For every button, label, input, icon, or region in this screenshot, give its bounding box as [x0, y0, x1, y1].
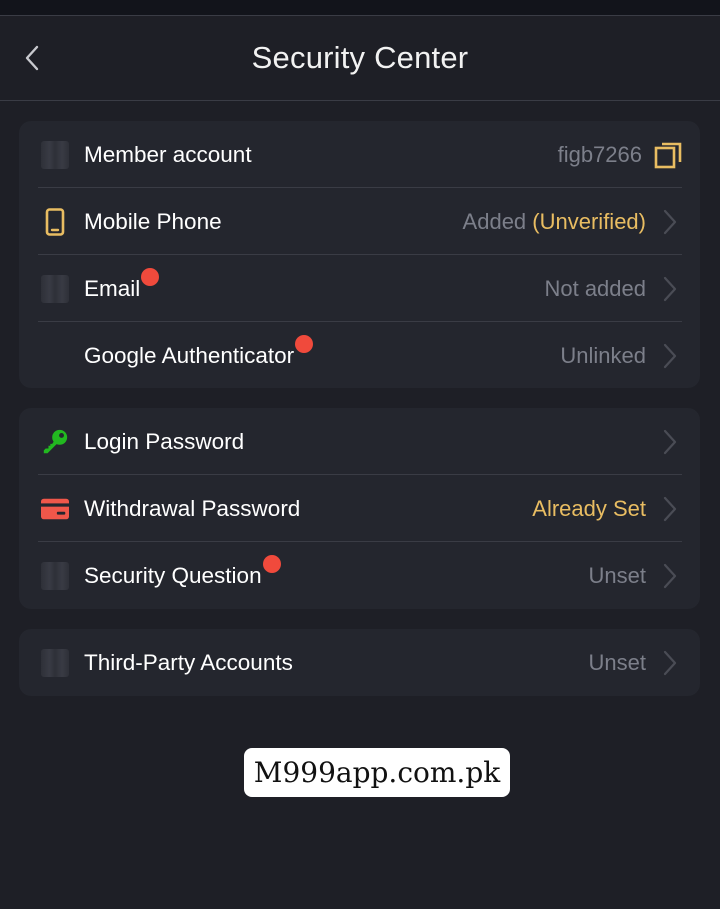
row-third-party-accounts[interactable]: Third-Party Accounts Unset [38, 629, 682, 696]
mobile-added-text: Added [462, 208, 527, 234]
row-login-password[interactable]: Login Password [38, 408, 682, 475]
chevron-right-icon [660, 650, 680, 676]
chevron-right-icon [660, 276, 680, 302]
placeholder-icon [41, 274, 69, 303]
email-label: Email [84, 275, 141, 301]
notification-dot [141, 267, 160, 286]
account-info-card: Member account figb7266 Mobile Phone Add… [19, 121, 700, 388]
chevron-right-icon [660, 209, 680, 235]
status-bar [0, 0, 720, 15]
row-label: Mobile Phone [84, 208, 222, 234]
email-status: Not added [544, 275, 646, 301]
google-authenticator-label: Google Authenticator [84, 342, 295, 368]
key-icon [41, 428, 69, 456]
placeholder-icon [41, 648, 69, 677]
row-member-account: Member account figb7266 [38, 121, 682, 188]
mobile-phone-icon [41, 207, 69, 236]
row-label: Security Question [84, 554, 281, 589]
row-label: Login Password [84, 428, 245, 454]
header: Security Center [0, 15, 720, 101]
chevron-right-icon [660, 343, 680, 369]
row-label: Withdrawal Password [84, 495, 301, 521]
chevron-right-icon [660, 563, 680, 589]
placeholder-icon [41, 140, 69, 169]
page-title: Security Center [251, 40, 469, 75]
row-label: Google Authenticator [84, 334, 314, 369]
withdrawal-password-status: Already Set [532, 495, 646, 521]
notification-dot [262, 554, 281, 573]
row-google-authenticator[interactable]: Google Authenticator Unlinked [38, 322, 682, 389]
mobile-phone-status: Added (Unverified) [463, 209, 646, 235]
row-security-question[interactable]: Security Question Unset [38, 542, 682, 609]
google-authenticator-status: Unlinked [560, 342, 646, 368]
chevron-right-icon [660, 496, 680, 522]
row-label: Email [84, 267, 160, 302]
third-party-status: Unset [588, 649, 646, 675]
copy-icon [654, 142, 682, 168]
security-question-label: Security Question [84, 562, 262, 588]
row-withdrawal-password[interactable]: Withdrawal Password Already Set [38, 475, 682, 542]
security-question-status: Unset [588, 562, 646, 588]
unverified-badge: (Unverified) [532, 208, 646, 234]
row-email[interactable]: Email Not added [38, 255, 682, 322]
row-label: Third-Party Accounts [84, 649, 293, 675]
chevron-right-icon [660, 429, 680, 455]
third-party-card: Third-Party Accounts Unset [19, 629, 700, 696]
member-account-value: figb7266 [557, 141, 642, 167]
watermark: M999app.com.pk [244, 748, 510, 797]
row-mobile-phone[interactable]: Mobile Phone Added (Unverified) [38, 188, 682, 255]
card-icon [41, 495, 69, 523]
password-card: Login Password Withdrawal Password Alrea… [19, 408, 700, 609]
copy-button[interactable] [654, 141, 682, 169]
row-label: Member account [84, 141, 252, 167]
notification-dot [295, 334, 314, 353]
placeholder-icon [41, 561, 69, 590]
